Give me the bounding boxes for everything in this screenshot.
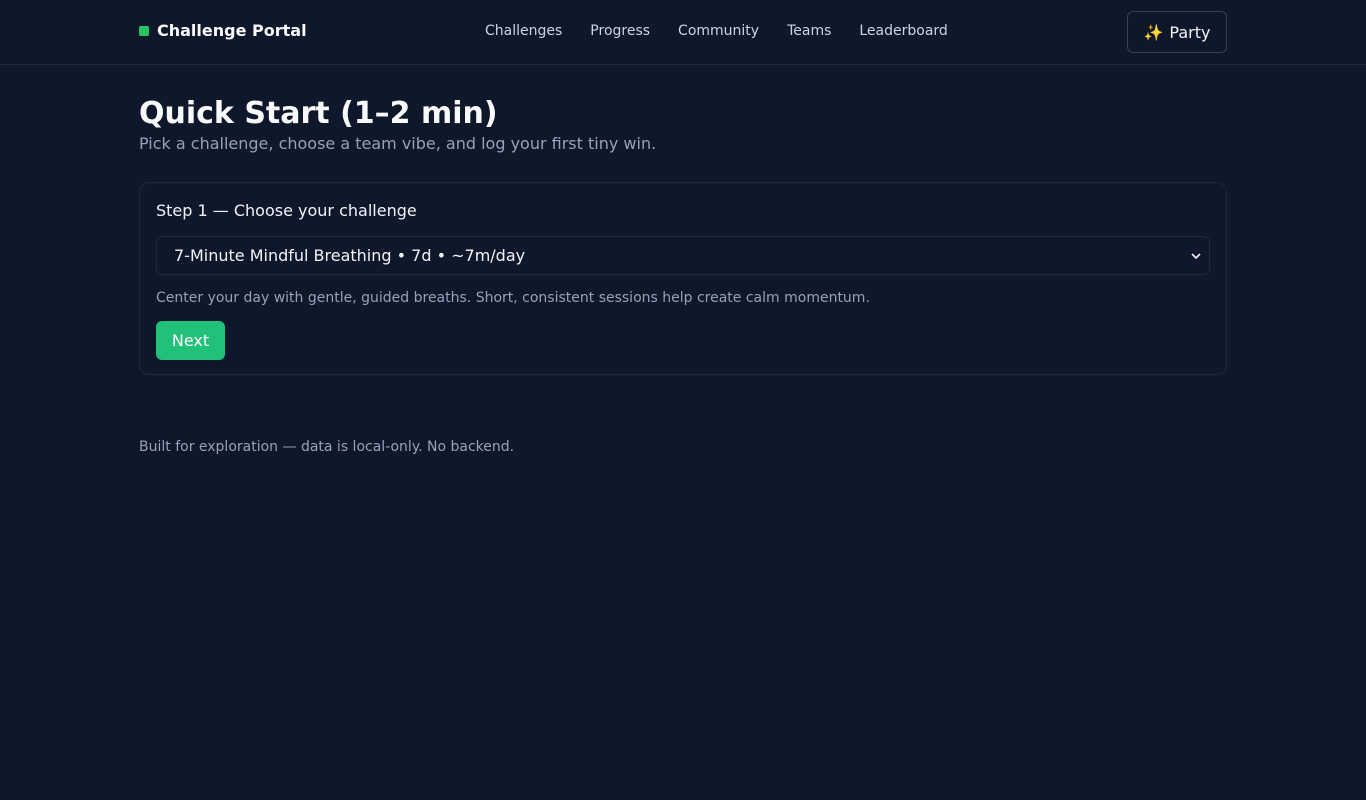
challenge-select[interactable]: 7-Minute Mindful Breathing • 7d • ~7m/da…	[156, 236, 1210, 275]
brand-name: Challenge Portal	[157, 21, 307, 40]
footer-note: Built for exploration — data is local-on…	[139, 439, 515, 455]
page-title: Quick Start (1–2 min)	[139, 96, 498, 131]
nav-item-challenges[interactable]: Challenges	[485, 23, 562, 39]
top-bar: Challenge Portal Challenges Progress Com…	[0, 0, 1366, 65]
nav-item-progress[interactable]: Progress	[590, 23, 650, 39]
nav-item-teams[interactable]: Teams	[787, 23, 831, 39]
step-card: Step 1 — Choose your challenge 7-Minute …	[139, 182, 1227, 375]
challenge-description: Center your day with gentle, guided brea…	[156, 290, 870, 306]
step-label: Step 1 — Choose your challenge	[156, 201, 417, 220]
next-button[interactable]: Next	[156, 321, 225, 360]
party-button[interactable]: ✨ Party	[1127, 11, 1227, 53]
chevron-down-icon	[1191, 249, 1201, 263]
party-button-label: Party	[1169, 22, 1211, 42]
nav-item-leaderboard[interactable]: Leaderboard	[859, 23, 947, 39]
page-subtitle: Pick a challenge, choose a team vibe, an…	[139, 134, 657, 153]
brand-logo-icon	[139, 25, 149, 36]
main-content: Quick Start (1–2 min) Pick a challenge, …	[139, 96, 1227, 375]
challenge-select-value: 7-Minute Mindful Breathing • 7d • ~7m/da…	[174, 246, 526, 265]
sparkles-icon: ✨	[1143, 22, 1164, 42]
brand[interactable]: Challenge Portal	[139, 21, 307, 40]
main-nav: Challenges Progress Community Teams Lead…	[485, 23, 948, 39]
nav-item-community[interactable]: Community	[678, 23, 759, 39]
